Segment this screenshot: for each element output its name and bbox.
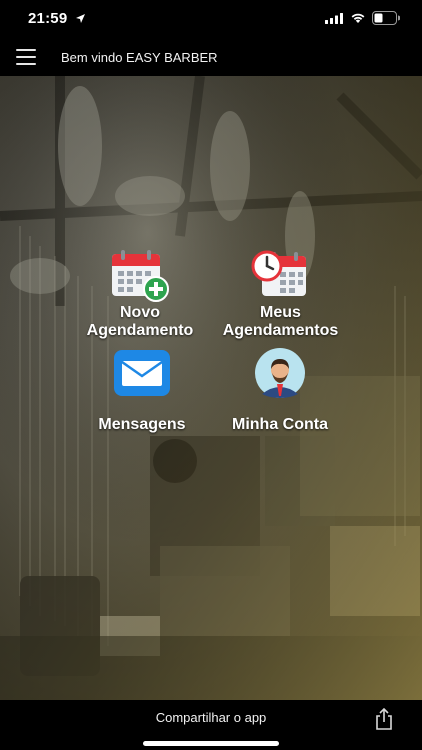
envelope-icon — [114, 350, 170, 396]
messages-label: Mensagens — [98, 416, 186, 433]
share-app-link[interactable]: Compartilhar o app — [0, 710, 422, 725]
messages-tile[interactable]: Mensagens — [80, 348, 204, 434]
share-icon[interactable] — [373, 708, 395, 730]
nav-title: Bem vindo EASY BARBER — [61, 50, 218, 65]
calendar-clock-icon — [251, 250, 306, 296]
hero-background: Novo Agendamento Meus Agendamentos Mensa… — [0, 76, 422, 700]
barbershop-photo — [0, 76, 422, 700]
new-appointment-tile[interactable]: Novo Agendamento — [75, 248, 205, 340]
location-arrow-icon — [76, 14, 85, 23]
hamburger-menu-icon[interactable] — [16, 47, 36, 65]
my-appointments-tile[interactable]: Meus Agendamentos — [208, 248, 353, 340]
wifi-icon — [351, 13, 365, 23]
status-bar: 21:59 — [0, 0, 422, 38]
my-appointments-label: Meus Agendamentos — [222, 304, 339, 339]
nav-bar: Bem vindo EASY BARBER — [0, 38, 422, 76]
my-account-label: Minha Conta — [232, 416, 328, 433]
battery-icon — [372, 11, 400, 25]
my-account-tile[interactable]: Minha Conta — [218, 348, 342, 434]
signal-icon — [325, 13, 343, 24]
home-indicator — [143, 741, 279, 746]
calendar-add-icon — [112, 250, 169, 302]
new-appointment-label: Novo Agendamento — [86, 304, 194, 339]
status-time: 21:59 — [28, 10, 68, 27]
user-avatar-icon — [255, 348, 305, 398]
footer: Compartilhar o app — [0, 700, 422, 750]
